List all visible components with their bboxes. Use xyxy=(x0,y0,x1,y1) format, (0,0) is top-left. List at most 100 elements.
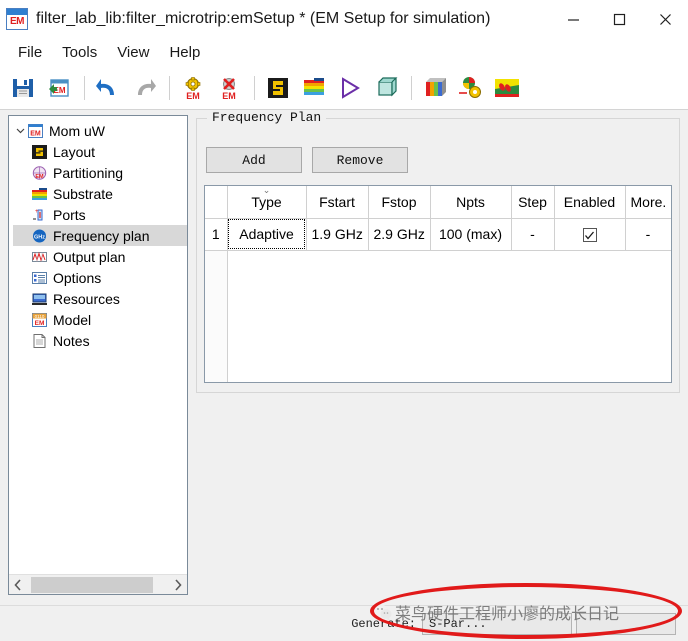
tree-item-output-plan[interactable]: Output plan xyxy=(13,246,187,267)
em-icon: EM xyxy=(27,123,44,139)
tree-item-layout[interactable]: Layout xyxy=(13,141,187,162)
menu-tools[interactable]: Tools xyxy=(52,42,107,63)
chevron-right-icon[interactable] xyxy=(169,576,187,594)
column-header-type[interactable]: ⌄ Type xyxy=(227,186,307,219)
run-icon[interactable] xyxy=(333,71,367,105)
column-header-index[interactable] xyxy=(205,186,228,219)
remove-button[interactable]: Remove xyxy=(312,147,408,173)
cell-enabled[interactable] xyxy=(554,218,626,251)
cell-npts[interactable]: 100 (max) xyxy=(430,218,512,251)
column-header-step[interactable]: Step xyxy=(511,186,555,219)
frequency-plan-table-wrapper: ⌄ Type Fstart Fstop Npts Step Enabled Mo… xyxy=(204,185,672,383)
tree-horizontal-scrollbar[interactable] xyxy=(9,574,187,594)
maximize-icon[interactable] xyxy=(596,0,642,38)
em-app-icon: EM xyxy=(6,8,28,30)
em-setup-window: EM filter_lab_lib:filter_microtrip:emSet… xyxy=(0,0,688,641)
empty-index-column xyxy=(205,250,228,382)
frequency-plan-group: Frequency Plan Add Remove ⌄ Type Fstart … xyxy=(196,110,680,393)
em-result-icon[interactable] xyxy=(490,71,524,105)
svg-text:EM: EM xyxy=(35,320,45,327)
tree-item-label: Frequency plan xyxy=(53,227,150,244)
tree-item-partitioning[interactable]: EM Partitioning xyxy=(13,162,187,183)
column-header-fstop[interactable]: Fstop xyxy=(368,186,431,219)
chevron-left-icon[interactable] xyxy=(9,576,27,594)
save-em-setup-icon[interactable]: EM xyxy=(42,71,76,105)
simulate-em-icon[interactable]: EM xyxy=(176,71,210,105)
minimize-icon[interactable] xyxy=(550,0,596,38)
ports-icon: + xyxy=(31,207,48,223)
row-index: 1 xyxy=(205,218,228,251)
frequency-plan-actions: Add Remove xyxy=(206,147,418,173)
menu-file[interactable]: File xyxy=(8,42,52,63)
table-row[interactable]: 1 Adaptive 1.9 GHz 2.9 GHz 100 (max) - - xyxy=(205,218,671,251)
generate-option-combo[interactable] xyxy=(576,612,676,635)
frequency-plan-table: ⌄ Type Fstart Fstop Npts Step Enabled Mo… xyxy=(205,186,671,382)
cell-fstop[interactable]: 2.9 GHz xyxy=(368,218,431,251)
svg-text:EM: EM xyxy=(35,174,44,180)
menu-view[interactable]: View xyxy=(107,42,159,63)
tree-item-label: Model xyxy=(53,311,92,328)
tree-item-model[interactable]: 0110 EM Model xyxy=(13,309,187,330)
save-icon[interactable] xyxy=(6,71,40,105)
waveform-icon xyxy=(31,249,48,265)
tree-item-label: Substrate xyxy=(53,185,113,202)
cell-type[interactable]: Adaptive xyxy=(227,218,307,251)
svg-text:GHz: GHz xyxy=(34,234,45,240)
tree-item-notes[interactable]: Notes xyxy=(13,330,187,351)
toolbar-separator xyxy=(169,75,170,100)
menu-bar: File Tools View Help xyxy=(0,38,688,66)
ghz-icon: GHz xyxy=(31,228,48,244)
tree-item-resources[interactable]: Resources xyxy=(13,288,187,309)
svg-text:0110: 0110 xyxy=(35,313,45,318)
window-controls xyxy=(550,0,688,38)
tree-item-label: Output plan xyxy=(53,248,126,265)
frequency-plan-title: Frequency Plan xyxy=(207,110,327,125)
undo-icon[interactable] xyxy=(91,71,125,105)
tree-item-label: Resources xyxy=(53,290,120,307)
redo-icon[interactable] xyxy=(127,71,161,105)
layout-icon[interactable] xyxy=(261,71,295,105)
svg-text:EM: EM xyxy=(30,130,41,137)
tree-item-frequency-plan[interactable]: GHz Frequency plan xyxy=(13,225,187,246)
table-header-row: ⌄ Type Fstart Fstop Npts Step Enabled Mo… xyxy=(205,186,671,219)
tree-item-mom-uw[interactable]: EM Mom uW xyxy=(13,120,187,141)
tree-item-label: Layout xyxy=(53,143,96,160)
tree-item-options[interactable]: Options xyxy=(13,267,187,288)
empty-body xyxy=(227,250,671,382)
menu-help[interactable]: Help xyxy=(159,42,210,63)
setup-tree: EM Mom uW Layout EM Partitioning Substra… xyxy=(9,116,187,351)
enabled-checkbox[interactable] xyxy=(582,228,597,243)
window-title: filter_lab_lib:filter_microtrip:emSetup … xyxy=(36,10,491,27)
cell-fstart[interactable]: 1.9 GHz xyxy=(306,218,369,251)
expand-chevron-icon[interactable] xyxy=(13,124,27,138)
stop-em-icon[interactable]: EM xyxy=(212,71,246,105)
visualization-icon[interactable] xyxy=(454,71,488,105)
setup-tree-panel: EM Mom uW Layout EM Partitioning Substra… xyxy=(8,115,188,595)
svg-text:EM: EM xyxy=(186,91,200,101)
tree-item-label: Notes xyxy=(53,332,90,349)
substrate-icon xyxy=(31,186,48,202)
cell-more[interactable]: - xyxy=(625,218,671,251)
mesh-cube-icon[interactable] xyxy=(418,71,452,105)
close-icon[interactable] xyxy=(642,0,688,38)
svg-text:EM: EM xyxy=(222,91,236,101)
tree-item-label: Ports xyxy=(53,206,86,223)
tree-item-ports[interactable]: + Ports xyxy=(13,204,187,225)
svg-text:+: + xyxy=(35,209,39,215)
toolbar-separator xyxy=(411,75,412,100)
generate-type-combo[interactable]: S-Par... xyxy=(422,612,572,635)
layout-icon xyxy=(31,144,48,160)
add-button[interactable]: Add xyxy=(206,147,302,173)
column-header-more[interactable]: More. xyxy=(625,186,671,219)
tree-item-substrate[interactable]: Substrate xyxy=(13,183,187,204)
scrollbar-thumb[interactable] xyxy=(31,576,153,593)
column-header-enabled[interactable]: Enabled xyxy=(554,186,626,219)
toolbar-separator xyxy=(254,75,255,100)
scrollbar-track[interactable] xyxy=(27,576,169,594)
status-bar: Generate: S-Par... xyxy=(0,605,688,641)
cell-step[interactable]: - xyxy=(511,218,555,251)
3d-view-icon[interactable] xyxy=(369,71,403,105)
substrate-icon[interactable] xyxy=(297,71,331,105)
column-header-npts[interactable]: Npts xyxy=(430,186,512,219)
column-header-fstart[interactable]: Fstart xyxy=(306,186,369,219)
